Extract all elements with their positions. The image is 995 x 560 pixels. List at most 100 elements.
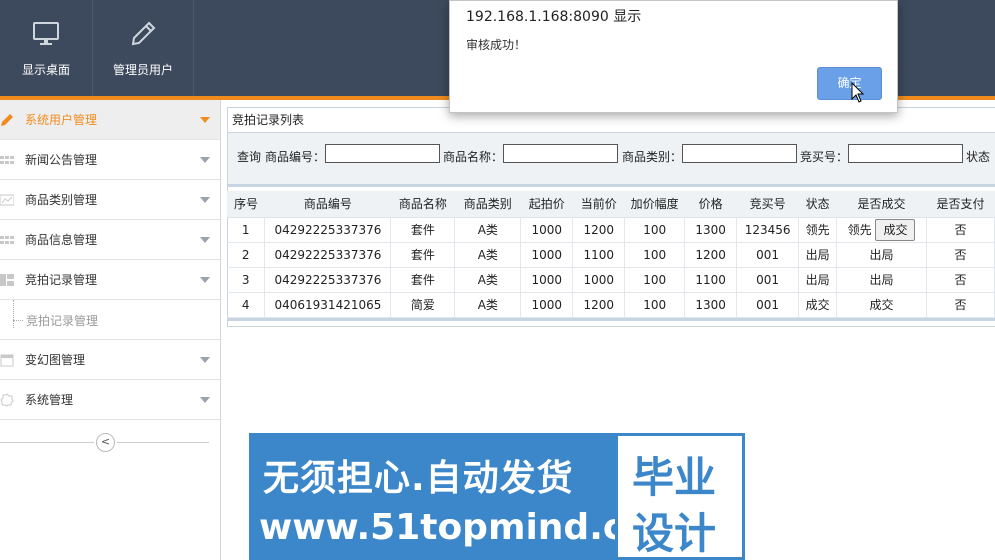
column-header: 加价幅度 [624,191,685,218]
sidebar-item-auction[interactable]: 竞拍记录管理 [0,260,220,300]
table-cell: 出局 [836,267,927,293]
table-cell: 100 [624,242,686,268]
watermark-banner: 无须担心.自动发货 www.51topmind.com 毕业 设计 [249,433,745,560]
table-cell: 套件 [390,267,456,293]
table-cell: 1100 [572,242,626,268]
table-cell: 1200 [572,292,626,318]
table-cell: 套件 [390,242,456,268]
bid-number-label: 竞买号： [800,150,849,164]
column-header: 起拍价 [520,191,573,218]
table-cell: 1000 [520,267,574,293]
table-cell: 否 [926,242,995,268]
table-cell: 04061931421065 [264,292,392,318]
mouse-cursor-icon [851,82,865,103]
sidebar-item-banner[interactable]: 变幻图管理 [0,340,220,380]
sidebar-item-label: 商品信息管理 [25,233,98,247]
sidebar-subitem-auction-records[interactable]: 竞拍记录管理 [0,300,220,340]
tree-line [13,300,14,328]
collapse-sidebar-button[interactable]: < [96,433,115,452]
chevron-down-icon [200,117,210,123]
table-cell: 否 [926,267,995,293]
product-code-label: 商品编号： [265,150,326,164]
chevron-down-icon [200,277,210,283]
show-desktop-button[interactable]: 显示桌面 [0,0,93,96]
table-header-row: 序号 商品编号 商品名称 商品类别 起拍价 当前价 加价幅度 价格 竞买号 状态… [227,191,995,218]
column-header: 是否支付 [926,191,995,218]
sidebar-item-category[interactable]: 商品类别管理 [0,180,220,220]
pencil-icon [128,19,158,49]
banner-slogan: 无须担心.自动发货 [263,458,574,499]
table-cell: 领先 [798,217,838,243]
table-cell: A类 [454,242,522,268]
dialog-title: 192.168.1.168:8090 显示 [466,9,642,25]
chevron-down-icon [200,157,210,163]
column-header: 商品类别 [454,191,521,218]
bid-number-input[interactable] [848,144,963,163]
sidebar-item-system[interactable]: 系统管理 [0,380,220,420]
table-cell: 出局 [798,242,838,268]
pencil-icon [0,113,14,127]
query-label: 查询 [237,150,262,164]
table-cell: 100 [624,267,686,293]
sidebar-item-label: 竞拍记录管理 [25,273,98,287]
table-cell: 成交 [798,292,838,318]
table-cell: 04292225337376 [264,242,392,268]
admin-user-button[interactable]: 管理员用户 [93,0,194,96]
table-cell: 出局 [798,267,838,293]
sidebar-item-label: 商品类别管理 [25,193,98,207]
table-cell: 04292225337376 [264,267,392,293]
alert-dialog: 192.168.1.168:8090 显示 审核成功！ 确定 [449,0,898,113]
column-header: 当前价 [572,191,625,218]
tree-line [13,320,23,321]
table-cell: 001 [736,267,800,293]
auction-records-table: 序号 商品编号 商品名称 商品类别 起拍价 当前价 加价幅度 价格 竞买号 状态… [227,191,995,321]
column-header: 商品编号 [264,191,391,218]
product-code-input[interactable] [325,144,440,163]
column-header: 价格 [684,191,737,218]
product-name-label: 商品名称： [443,150,504,164]
divider [0,442,94,443]
banner-badge-line1: 毕业 [632,453,717,502]
table-cell: 4 [227,292,266,318]
column-header: 商品名称 [390,191,455,218]
ok-button[interactable]: 确定 [817,67,882,100]
tiles-icon [0,273,14,287]
grid-icon [0,233,14,247]
table-row: 2 04292225337376 套件 A类 1000 1100 100 120… [227,242,995,268]
table-cell: A类 [454,217,522,243]
column-header: 竞买号 [736,191,799,218]
grid-icon [0,153,14,167]
table-cell: 100 [624,217,686,243]
divider [117,442,209,443]
dialog-message: 审核成功！ [466,38,527,52]
product-name-input[interactable] [503,144,618,163]
table-cell: 100 [624,292,686,318]
chevron-down-icon [200,197,210,203]
chevron-down-icon [200,237,210,243]
status-label: 状态 [966,150,991,164]
deal-cell: 领先 成交 [836,217,927,243]
product-category-input[interactable] [682,144,797,163]
table-cell: 1200 [684,242,738,268]
table-cell: 1300 [684,217,738,243]
table-cell: 001 [736,242,800,268]
table-row: 1 04292225337376 套件 A类 1000 1200 100 130… [227,217,995,243]
table-cell: 套件 [390,217,456,243]
sidebar-item-system-users[interactable]: 系统用户管理 [0,100,220,140]
table-cell: A类 [454,292,522,318]
search-bar: 查询 商品编号： 商品名称： 商品类别： 竞买号： 状态 [228,133,995,187]
sidebar-item-product[interactable]: 商品信息管理 [0,220,220,260]
table-cell: 2 [227,242,266,268]
sidebar-item-news[interactable]: 新闻公告管理 [0,140,220,180]
deal-button[interactable]: 成交 [875,218,916,241]
table-cell: 123456 [736,217,800,243]
table-cell: 成交 [836,292,927,318]
table-cell: 1000 [572,267,626,293]
table-bottom-border [227,317,995,321]
sidebar: 系统用户管理 新闻公告管理 商品类别管理 商品信息管理 竞拍记录管理 竞拍记录管… [0,100,221,560]
banner-badge-line2: 设计 [632,509,717,558]
table-cell: 1200 [572,217,626,243]
sidebar-item-label: 变幻图管理 [25,353,86,367]
table-cell: 001 [736,292,800,318]
table-cell: 3 [227,267,266,293]
